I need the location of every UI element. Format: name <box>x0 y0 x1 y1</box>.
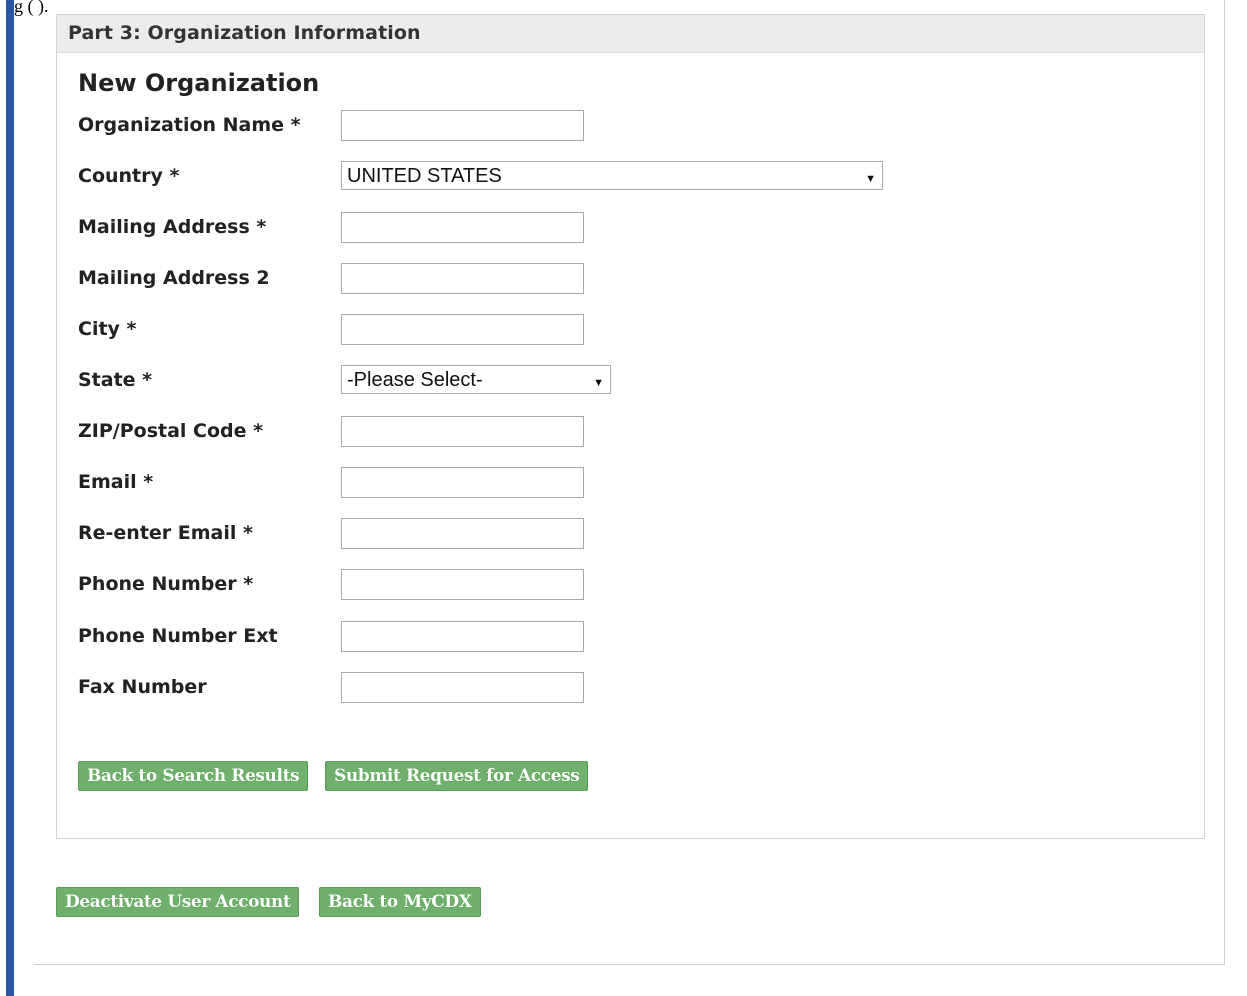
panel-header: Part 3: Organization Information <box>57 15 1204 53</box>
fax-input[interactable] <box>341 672 584 703</box>
fax-label: Fax Number <box>78 676 207 698</box>
reenter-email-input[interactable] <box>341 518 584 549</box>
cut-off-heading: g ( ). <box>14 0 49 16</box>
phone-label: Phone Number * <box>78 573 254 595</box>
mailing-address-input[interactable] <box>341 212 584 243</box>
mailing-address-label: Mailing Address * <box>78 216 267 238</box>
phone-ext-label: Phone Number Ext <box>78 625 278 647</box>
email-label: Email * <box>78 471 154 493</box>
deactivate-account-button[interactable]: Deactivate User Account <box>56 887 300 917</box>
mailing-address-2-input[interactable] <box>341 263 584 294</box>
reenter-email-label: Re-enter Email * <box>78 522 253 544</box>
back-to-mycdx-button[interactable]: Back to MyCDX <box>319 887 481 917</box>
email-input[interactable] <box>341 467 584 498</box>
back-to-search-results-button[interactable]: Back to Search Results <box>78 761 309 791</box>
phone-input[interactable] <box>341 569 584 600</box>
section-title: New Organization <box>78 69 320 97</box>
chevron-down-icon: ▼ <box>593 377 604 389</box>
city-input[interactable] <box>341 314 584 345</box>
zip-input[interactable] <box>341 416 584 447</box>
organization-panel: Part 3: Organization Information New Org… <box>56 14 1205 839</box>
city-label: City * <box>78 318 137 340</box>
submit-request-button[interactable]: Submit Request for Access <box>325 761 589 791</box>
country-select[interactable]: UNITED STATES ▼ <box>341 161 883 190</box>
state-selected-value: -Please Select- <box>347 369 483 391</box>
country-selected-value: UNITED STATES <box>347 165 502 187</box>
phone-ext-input[interactable] <box>341 621 584 652</box>
state-label: State * <box>78 369 153 391</box>
country-label: Country * <box>78 165 180 187</box>
mailing-address-2-label: Mailing Address 2 <box>78 267 270 289</box>
organization-name-label: Organization Name * <box>78 114 301 136</box>
chevron-down-icon: ▼ <box>865 173 876 185</box>
state-select[interactable]: -Please Select- ▼ <box>341 365 611 394</box>
left-accent-bar <box>6 0 14 996</box>
zip-label: ZIP/Postal Code * <box>78 420 264 442</box>
organization-name-input[interactable] <box>341 110 584 141</box>
